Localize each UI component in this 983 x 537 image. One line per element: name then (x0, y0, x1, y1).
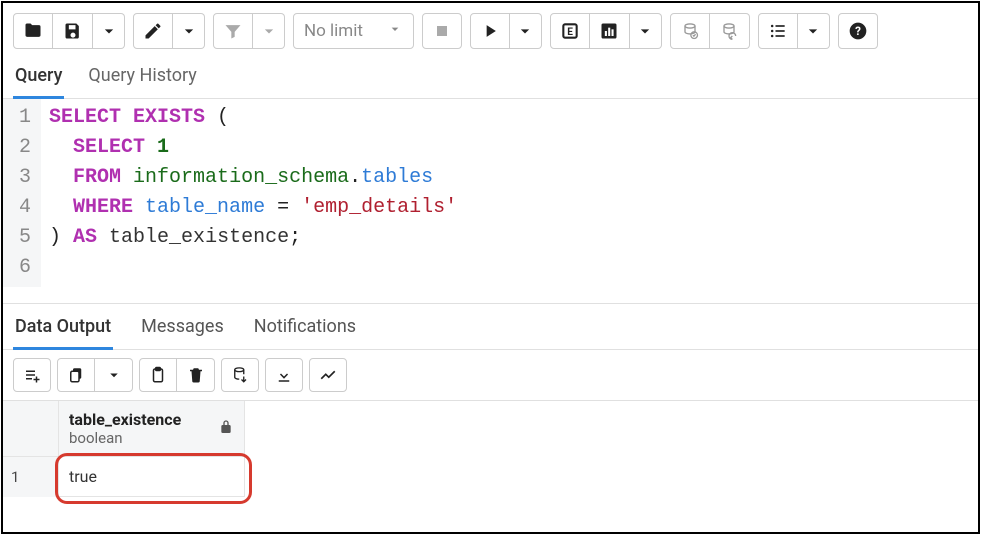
chevron-down-icon (105, 366, 123, 384)
trash-icon (187, 366, 205, 384)
tab-messages[interactable]: Messages (139, 310, 226, 349)
row-number[interactable]: 1 (3, 457, 58, 497)
run-dropdown-button[interactable] (510, 13, 542, 49)
lock-icon (218, 419, 234, 439)
tab-data-output[interactable]: Data Output (13, 310, 113, 350)
analyze-icon (599, 21, 619, 41)
macros-dropdown-button[interactable] (798, 13, 830, 49)
download-button[interactable] (265, 358, 303, 392)
explain-icon: E (560, 21, 580, 41)
filter-dropdown-button[interactable] (253, 13, 285, 49)
edit-dropdown-button[interactable] (173, 13, 205, 49)
tab-query-history[interactable]: Query History (86, 59, 198, 98)
column-header[interactable]: table_existence boolean (59, 401, 245, 457)
copy-dropdown-button[interactable] (95, 358, 133, 392)
stop-button[interactable] (422, 13, 462, 49)
filter-button[interactable] (213, 13, 253, 49)
limit-label: No limit (304, 21, 363, 41)
caret-down-icon (387, 21, 403, 42)
save-results-button[interactable] (221, 358, 259, 392)
line-gutter: 123456 (3, 99, 41, 287)
chevron-down-icon (179, 21, 199, 41)
stop-icon (432, 21, 452, 41)
macros-button[interactable] (758, 13, 798, 49)
list-icon (768, 21, 788, 41)
output-toolbar (3, 350, 978, 401)
analyze-button[interactable] (590, 13, 630, 49)
chevron-down-icon (635, 21, 655, 41)
help-button[interactable]: ? (838, 13, 878, 49)
main-toolbar: No limit E (3, 3, 978, 55)
filter-icon (223, 21, 243, 41)
save-icon (63, 21, 83, 41)
result-column: table_existence boolean true (59, 401, 245, 497)
result-grid: 1 table_existence boolean true (3, 401, 978, 497)
play-icon (480, 21, 500, 41)
chevron-down-icon (803, 21, 823, 41)
save-dropdown-button[interactable] (93, 13, 125, 49)
copy-icon (67, 366, 85, 384)
add-row-button[interactable] (13, 358, 51, 392)
pencil-icon (143, 21, 163, 41)
tab-notifications[interactable]: Notifications (252, 310, 358, 349)
svg-text:?: ? (855, 24, 861, 38)
output-tabs: Data Output Messages Notifications (3, 303, 978, 350)
download-icon (275, 366, 293, 384)
chevron-down-icon (515, 21, 535, 41)
add-row-icon (23, 366, 41, 384)
sql-editor[interactable]: 123456 SELECT EXISTS ( SELECT 1 FROM inf… (3, 99, 978, 303)
row-number-gutter: 1 (3, 401, 59, 497)
delete-button[interactable] (177, 358, 215, 392)
rollback-button[interactable] (710, 13, 750, 49)
help-icon: ? (848, 21, 868, 41)
db-save-icon (231, 366, 249, 384)
commit-button[interactable] (670, 13, 710, 49)
explain-dropdown-button[interactable] (630, 13, 662, 49)
commit-icon (680, 21, 700, 41)
paste-button[interactable] (139, 358, 177, 392)
run-button[interactable] (470, 13, 510, 49)
column-type: boolean (69, 429, 181, 447)
query-tabs: Query Query History (3, 55, 978, 99)
data-cell[interactable]: true (59, 457, 245, 497)
cell-value: true (69, 467, 97, 486)
chevron-down-icon (99, 21, 119, 41)
graph-button[interactable] (309, 358, 347, 392)
save-button[interactable] (53, 13, 93, 49)
explain-button[interactable]: E (550, 13, 590, 49)
column-name: table_existence (69, 410, 181, 429)
tab-query[interactable]: Query (13, 59, 64, 99)
graph-icon (319, 366, 337, 384)
copy-button[interactable] (57, 358, 95, 392)
open-file-button[interactable] (13, 13, 53, 49)
svg-text:E: E (567, 27, 573, 38)
paste-icon (149, 366, 167, 384)
edit-button[interactable] (133, 13, 173, 49)
folder-icon (23, 21, 43, 41)
rollback-icon (719, 21, 739, 41)
code-area[interactable]: SELECT EXISTS ( SELECT 1 FROM informatio… (41, 99, 465, 287)
chevron-down-icon (259, 21, 279, 41)
limit-select[interactable]: No limit (293, 13, 414, 49)
